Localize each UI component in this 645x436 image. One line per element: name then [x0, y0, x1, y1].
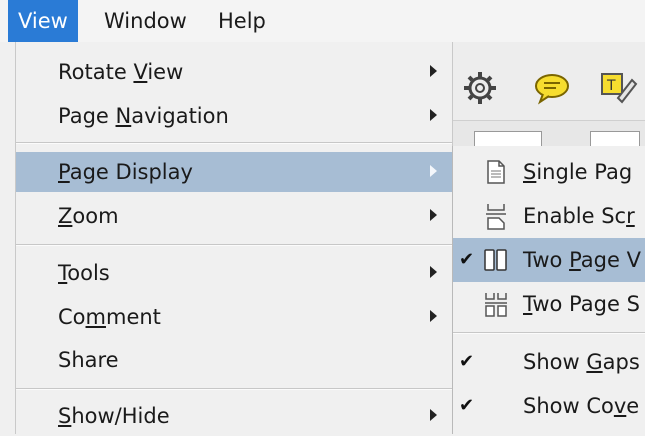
menu-item-share[interactable]: Share — [16, 340, 452, 380]
submenu-item-show-gaps[interactable]: ✔ Show Gaps — [453, 340, 645, 384]
enable-scrolling-icon — [486, 204, 506, 230]
single-page-icon — [487, 160, 505, 184]
submenu-arrow-icon — [430, 266, 437, 278]
menu-item-label: Tools — [58, 261, 110, 285]
submenu-item-show-cover[interactable]: ✔ Show Cove — [453, 384, 645, 428]
two-page-scrolling-icon — [485, 293, 507, 317]
menu-item-label: Zoom — [58, 204, 119, 228]
submenu-arrow-icon — [430, 310, 437, 322]
menu-separator — [16, 244, 452, 246]
document-tab-strip — [452, 120, 645, 148]
toolbar: T — [452, 42, 645, 128]
submenu-item-label: Enable Scr — [523, 204, 635, 228]
submenu-arrow-icon — [430, 209, 437, 221]
menu-item-label: Rotate View — [58, 60, 184, 84]
submenu-arrow-icon — [430, 109, 437, 121]
menu-bar: View Window Help — [0, 0, 645, 42]
menu-item-comment[interactable]: Comment — [16, 297, 452, 337]
submenu-item-label: Show Gaps — [523, 350, 640, 374]
menu-window[interactable]: Window — [94, 0, 197, 42]
view-menu-dropdown: Rotate View Page Navigation Page Display… — [15, 42, 453, 434]
page-display-submenu: Single Pag Enable Scr ✔ Two Page V Two P… — [452, 146, 645, 434]
menu-separator — [16, 142, 452, 144]
gear-icon[interactable] — [460, 68, 500, 108]
menu-item-label: Show/Hide — [58, 404, 170, 428]
menu-item-page-navigation[interactable]: Page Navigation — [16, 96, 452, 136]
checkmark-icon: ✔ — [459, 249, 475, 270]
submenu-item-label: Two Page V — [523, 248, 641, 272]
menu-item-label: Page Navigation — [58, 104, 229, 128]
menu-item-page-display[interactable]: Page Display — [16, 152, 452, 192]
submenu-item-enable-scrolling[interactable]: Enable Scr — [453, 194, 645, 238]
submenu-item-label: Show Cove — [523, 394, 640, 418]
menu-item-zoom[interactable]: Zoom — [16, 196, 452, 236]
submenu-arrow-icon — [430, 409, 437, 421]
submenu-item-two-page-view[interactable]: ✔ Two Page V — [453, 238, 645, 282]
highlight-text-icon[interactable]: T — [598, 68, 638, 108]
checkmark-icon: ✔ — [459, 351, 475, 372]
submenu-arrow-icon — [430, 65, 437, 77]
menu-item-tools[interactable]: Tools — [16, 253, 452, 293]
menu-item-show-hide[interactable]: Show/Hide — [16, 396, 452, 436]
menu-item-rotate-view[interactable]: Rotate View — [16, 52, 452, 92]
svg-text:T: T — [606, 78, 616, 94]
menu-item-label: Comment — [58, 305, 161, 329]
submenu-item-single-page[interactable]: Single Pag — [453, 150, 645, 194]
menu-help[interactable]: Help — [208, 0, 276, 42]
two-page-view-icon — [484, 249, 507, 271]
checkmark-icon: ✔ — [459, 395, 475, 416]
submenu-item-label: Two Page S — [523, 292, 640, 316]
submenu-item-label: Single Pag — [523, 160, 633, 184]
comment-icon[interactable] — [532, 68, 572, 108]
menu-item-label: Page Display — [58, 160, 193, 184]
menu-item-label: Share — [58, 348, 119, 372]
submenu-item-two-page-scrolling[interactable]: Two Page S — [453, 282, 645, 326]
menu-view[interactable]: View — [8, 0, 78, 42]
submenu-arrow-icon — [430, 165, 437, 177]
submenu-separator — [453, 332, 645, 334]
menu-separator — [16, 388, 452, 390]
